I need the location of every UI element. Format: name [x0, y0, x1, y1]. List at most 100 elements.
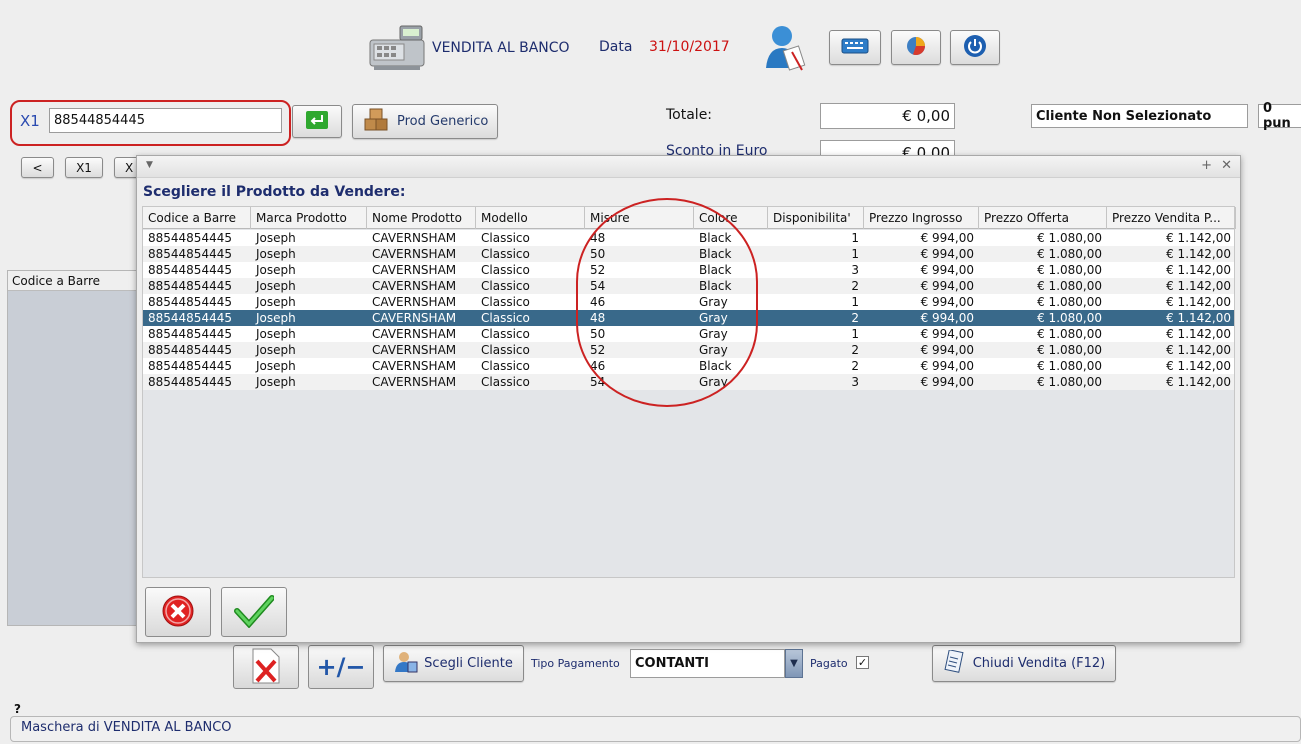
cell-prezzo-ingrosso: € 994,00	[920, 327, 974, 341]
column-header-nome[interactable]: Nome Prodotto	[367, 207, 476, 229]
cell-marca: Joseph	[256, 247, 296, 261]
x1-button[interactable]: X1	[65, 157, 103, 178]
cell-codice: 88544854445	[148, 375, 232, 389]
cell-prezzo-vendita: € 1.142,00	[1166, 279, 1231, 293]
sale-list-panel: Codice a Barre	[7, 270, 137, 626]
scegli-cliente-button[interactable]: Scegli Cliente	[383, 645, 524, 682]
cell-prezzo-ingrosso: € 994,00	[920, 359, 974, 373]
cell-marca: Joseph	[256, 231, 296, 245]
cell-disponibilita: 2	[851, 279, 859, 293]
user-edit-icon[interactable]	[762, 22, 810, 72]
dialog-titlebar[interactable]: ▼ + ✕	[137, 156, 1240, 178]
totale-label: Totale:	[666, 107, 713, 123]
prod-generico-label: Prod Generico	[397, 114, 489, 129]
cash-register-icon	[364, 22, 430, 72]
confirm-icon	[234, 594, 275, 631]
cell-codice: 88544854445	[148, 359, 232, 373]
barcode-label: X1	[20, 112, 40, 130]
cell-prezzo-ingrosso: € 994,00	[920, 247, 974, 261]
cell-codice: 88544854445	[148, 231, 232, 245]
confirm-button[interactable]	[221, 587, 287, 637]
cell-prezzo-vendita: € 1.142,00	[1166, 327, 1231, 341]
cell-prezzo-vendita: € 1.142,00	[1166, 359, 1231, 373]
enter-icon	[306, 110, 328, 133]
cell-nome: CAVERNSHAM	[372, 231, 457, 245]
cell-marca: Joseph	[256, 295, 296, 309]
cell-disponibilita: 2	[851, 359, 859, 373]
cell-prezzo-ingrosso: € 994,00	[920, 295, 974, 309]
cell-modello: Classico	[481, 279, 530, 293]
keyboard-button[interactable]	[829, 30, 881, 65]
cell-modello: Classico	[481, 247, 530, 261]
cell-modello: Classico	[481, 311, 530, 325]
barcode-input[interactable]: 88544854445	[49, 108, 282, 133]
sale-list-header: Codice a Barre	[8, 271, 136, 291]
cancel-button[interactable]	[145, 587, 211, 637]
page-title: VENDITA AL BANCO	[432, 40, 570, 56]
cell-marca: Joseph	[256, 327, 296, 341]
date-value: 31/10/2017	[649, 39, 730, 55]
dialog-close-icon[interactable]: ✕	[1221, 158, 1232, 173]
pagato-label: Pagato	[810, 657, 848, 670]
customer-icon	[394, 650, 418, 678]
cell-disponibilita: 1	[851, 327, 859, 341]
status-text: Maschera di VENDITA AL BANCO	[21, 720, 232, 735]
column-header-modello[interactable]: Modello	[476, 207, 585, 229]
cell-prezzo-offerta: € 1.080,00	[1037, 359, 1102, 373]
dialog-maximize-icon[interactable]: +	[1201, 158, 1212, 173]
cell-codice: 88544854445	[148, 247, 232, 261]
plus-minus-label: +/−	[316, 653, 366, 681]
plus-minus-button[interactable]: +/−	[308, 645, 374, 689]
cell-disponibilita: 1	[851, 231, 859, 245]
tipo-pagamento-select[interactable]: CONTANTI	[630, 649, 785, 678]
power-button[interactable]	[950, 30, 1000, 65]
cell-modello: Classico	[481, 343, 530, 357]
column-header-prezzo-offerta[interactable]: Prezzo Offerta	[979, 207, 1107, 229]
column-header-prezzo-vendita[interactable]: Prezzo Vendita P...	[1107, 207, 1236, 229]
cell-codice: 88544854445	[148, 295, 232, 309]
cell-prezzo-ingrosso: € 994,00	[920, 311, 974, 325]
receipt-icon	[943, 648, 965, 678]
cell-nome: CAVERNSHAM	[372, 279, 457, 293]
column-header-marca[interactable]: Marca Prodotto	[251, 207, 367, 229]
delete-sale-button[interactable]	[233, 645, 299, 689]
cell-prezzo-offerta: € 1.080,00	[1037, 295, 1102, 309]
cell-prezzo-offerta: € 1.080,00	[1037, 263, 1102, 277]
cell-marca: Joseph	[256, 263, 296, 277]
column-header-disponibilita[interactable]: Disponibilita'	[768, 207, 864, 229]
delete-document-icon	[249, 647, 283, 688]
chiudi-vendita-label: Chiudi Vendita (F12)	[972, 656, 1106, 671]
cell-modello: Classico	[481, 231, 530, 245]
cell-nome: CAVERNSHAM	[372, 311, 457, 325]
back-button[interactable]: <	[21, 157, 54, 178]
cell-prezzo-offerta: € 1.080,00	[1037, 343, 1102, 357]
cell-codice: 88544854445	[148, 311, 232, 325]
size-color-annotation	[576, 198, 758, 407]
enter-button[interactable]	[292, 105, 342, 138]
statistics-button[interactable]	[891, 30, 941, 65]
cell-nome: CAVERNSHAM	[372, 263, 457, 277]
cell-nome: CAVERNSHAM	[372, 327, 457, 341]
cell-modello: Classico	[481, 327, 530, 341]
cell-codice: 88544854445	[148, 343, 232, 357]
totale-value: € 0,00	[820, 103, 955, 129]
chiudi-vendita-button[interactable]: Chiudi Vendita (F12)	[932, 645, 1116, 682]
cell-prezzo-ingrosso: € 994,00	[920, 375, 974, 389]
dialog-menu-icon[interactable]: ▼	[146, 160, 153, 170]
cell-marca: Joseph	[256, 279, 296, 293]
column-header-prezzo-ingrosso[interactable]: Prezzo Ingrosso	[864, 207, 979, 229]
cell-marca: Joseph	[256, 359, 296, 373]
date-label: Data	[599, 39, 633, 55]
prod-generico-button[interactable]: Prod Generico	[352, 104, 498, 139]
help-mark: ?	[14, 702, 21, 716]
pagato-checkbox[interactable]: ✓	[856, 656, 869, 669]
cell-prezzo-vendita: € 1.142,00	[1166, 231, 1231, 245]
dropdown-arrow-icon[interactable]: ▼	[785, 649, 803, 678]
punti-field: 0 pun	[1258, 101, 1301, 131]
boxes-icon	[363, 107, 389, 137]
cell-nome: CAVERNSHAM	[372, 375, 457, 389]
cell-prezzo-vendita: € 1.142,00	[1166, 247, 1231, 261]
column-header-codice[interactable]: Codice a Barre	[143, 207, 251, 229]
cell-nome: CAVERNSHAM	[372, 247, 457, 261]
cell-prezzo-offerta: € 1.080,00	[1037, 279, 1102, 293]
